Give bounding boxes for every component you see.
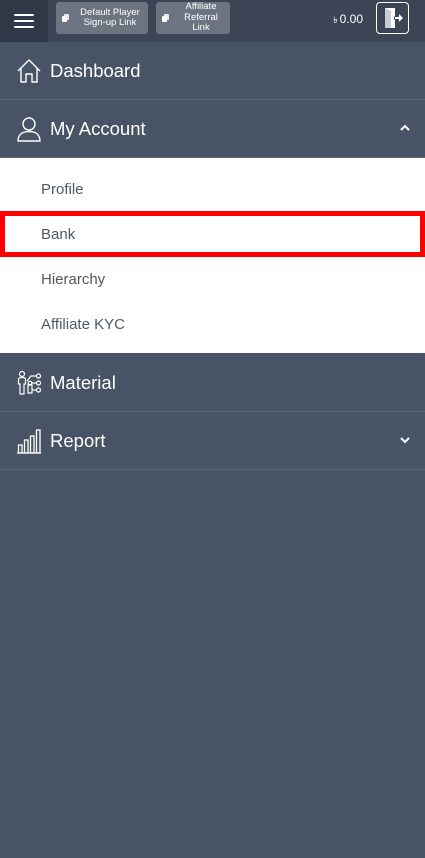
copy-icon	[62, 13, 72, 23]
nav-item-material[interactable]: Material	[0, 354, 425, 412]
nav-item-my-account[interactable]: My Account	[0, 100, 425, 158]
hamburger-icon	[14, 14, 34, 28]
balance-display: ৳ 0.00	[333, 12, 363, 28]
chevron-up-icon[interactable]	[399, 122, 411, 134]
submenu-item-bank[interactable]: Bank	[0, 212, 425, 257]
logout-icon	[384, 8, 403, 28]
submenu-item-profile[interactable]: Profile	[0, 167, 425, 212]
nav-label-material: Material	[50, 371, 116, 393]
nav-item-dashboard[interactable]: Dashboard	[0, 42, 425, 100]
player-signup-link-label: Default Player Sign-up Link	[80, 6, 140, 28]
copy-icon	[162, 13, 172, 23]
material-icon	[16, 370, 42, 396]
submenu-item-affiliate-kyc[interactable]: Affiliate KYC	[0, 302, 425, 347]
chevron-down-icon[interactable]	[399, 434, 411, 446]
nav-label-report: Report	[50, 429, 106, 451]
user-icon	[16, 116, 42, 142]
player-signup-link-button[interactable]: Default Player Sign-up Link	[56, 2, 148, 34]
affiliate-referral-link-button[interactable]: Affiliate Referral Link	[156, 2, 230, 34]
nav-item-report[interactable]: Report	[0, 412, 425, 470]
my-account-submenu: Profile Bank Hierarchy Affiliate KYC	[0, 158, 425, 353]
balance-amount: 0.00	[339, 12, 363, 26]
currency-symbol: ৳	[333, 15, 338, 25]
nav-label-my-account: My Account	[50, 117, 146, 139]
logout-button[interactable]	[376, 2, 409, 34]
bar-chart-icon	[16, 428, 42, 454]
submenu-item-hierarchy[interactable]: Hierarchy	[0, 257, 425, 302]
affiliate-referral-link-label: Affiliate Referral Link	[184, 1, 218, 34]
home-icon	[16, 58, 42, 84]
nav-label-dashboard: Dashboard	[50, 59, 141, 81]
menu-button[interactable]	[0, 0, 48, 42]
top-bar: Default Player Sign-up Link Affiliate Re…	[0, 0, 425, 42]
